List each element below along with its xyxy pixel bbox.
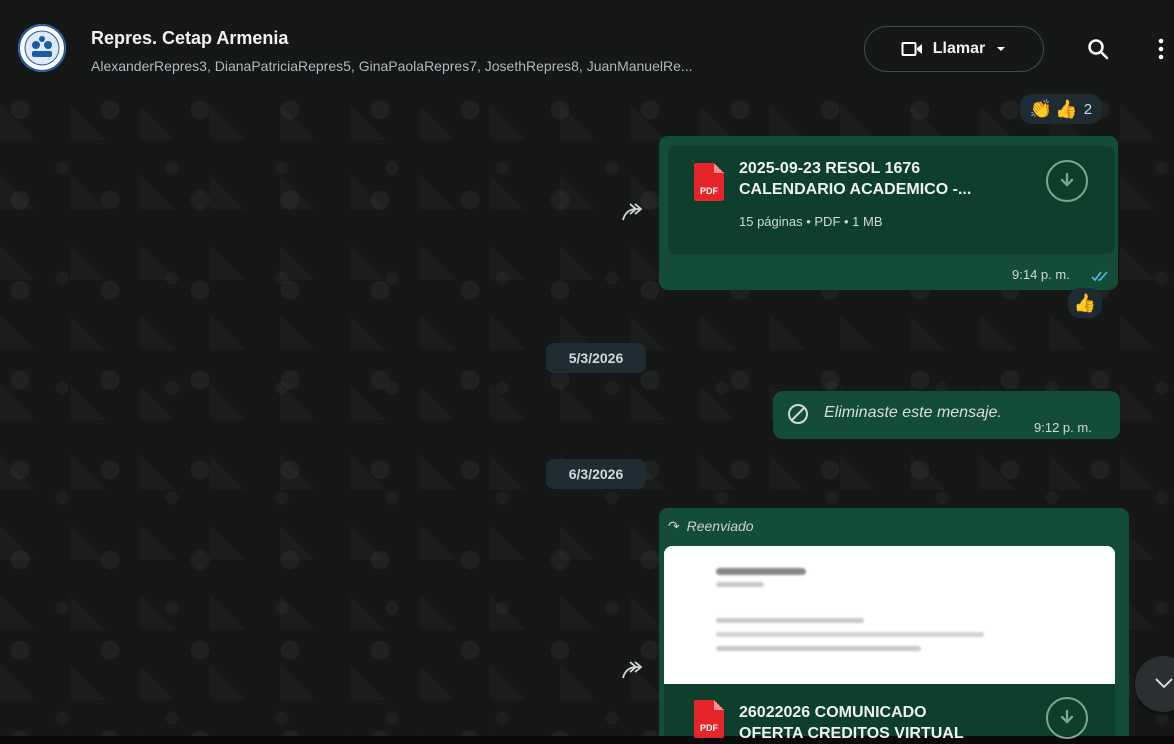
download-button[interactable]: [1046, 160, 1088, 202]
date-separator: 6/3/2026: [546, 459, 646, 489]
message-reaction[interactable]: 👏 👍 2: [1020, 94, 1102, 124]
blurred-text: [716, 568, 806, 575]
message-time: 9:12 p. m.: [1034, 420, 1092, 435]
blurred-text: [716, 646, 921, 651]
document-metadata: 15 páginas • PDF • 1 MB: [739, 214, 883, 229]
forward-icon[interactable]: [620, 658, 646, 682]
download-icon: [1060, 172, 1074, 187]
download-button[interactable]: [1046, 697, 1088, 739]
search-icon: [1088, 39, 1109, 60]
blurred-text: [716, 582, 764, 587]
chevron-down-icon: [1155, 678, 1173, 689]
video-camera-icon: [901, 42, 922, 56]
deleted-message[interactable]: Eliminaste este mensaje. 9:12 p. m.: [773, 391, 1120, 439]
download-icon: [1060, 709, 1074, 724]
reaction-count: 2: [1083, 100, 1093, 118]
group-avatar[interactable]: [18, 24, 66, 72]
more-vertical-icon: [1158, 38, 1164, 60]
more-options-button[interactable]: [1145, 33, 1174, 65]
date-separator: 5/3/2026: [546, 343, 646, 373]
read-receipt-icon: [1091, 271, 1108, 282]
call-button-label: Llamar: [932, 40, 986, 57]
blocked-icon: [788, 404, 808, 424]
chevron-down-icon: [997, 47, 1006, 51]
message-reaction[interactable]: 👍: [1068, 288, 1102, 318]
deleted-message-text: Eliminaste este mensaje.: [824, 404, 1002, 421]
forward-icon[interactable]: [620, 200, 646, 224]
pdf-file-icon: PDF: [694, 700, 724, 738]
thumbs-up-icon: 👍: [1073, 292, 1097, 313]
participants-list[interactable]: AlexanderRepres3, DianaPatriciaRepres5, …: [91, 58, 831, 74]
message-time: 9:14 p. m.: [1012, 267, 1070, 282]
document-title[interactable]: 26022026 COMUNICADO OFERTA CREDITOS VIRT…: [739, 702, 1029, 744]
pdf-file-icon: PDF: [694, 163, 724, 201]
document-title[interactable]: 2025-09-23 RESOL 1676 CALENDARIO ACADEMI…: [739, 158, 1029, 200]
forwarded-icon: ↷: [668, 518, 680, 534]
chat-title[interactable]: Repres. Cetap Armenia: [91, 28, 288, 49]
document-preview[interactable]: [664, 546, 1115, 684]
chat-header: Repres. Cetap Armenia AlexanderRepres3, …: [0, 10, 1174, 86]
blurred-text: [716, 632, 984, 637]
forwarded-label: ↷ Reenviado: [668, 518, 754, 534]
thumbs-up-icon: 👍: [1055, 98, 1078, 119]
call-button[interactable]: Llamar: [864, 26, 1044, 72]
clapping-hands-icon: 👏: [1029, 98, 1053, 119]
blurred-text: [716, 618, 864, 623]
search-button[interactable]: [1082, 33, 1114, 65]
